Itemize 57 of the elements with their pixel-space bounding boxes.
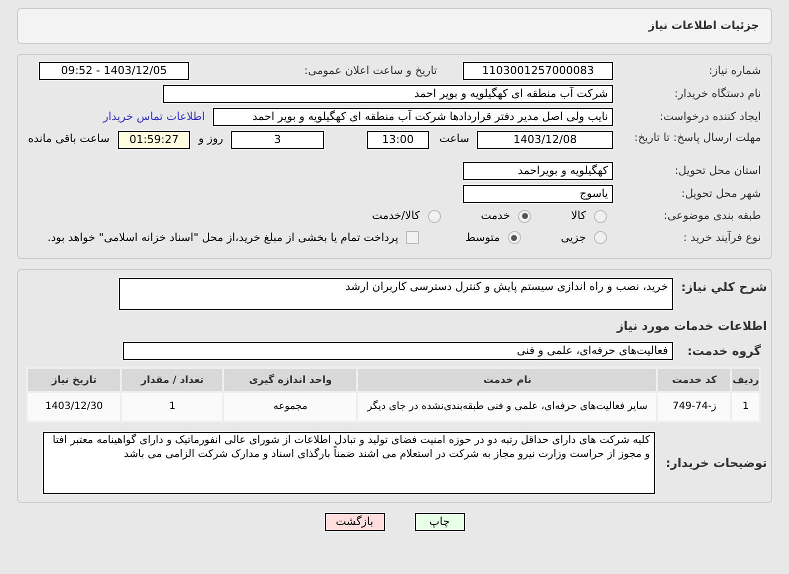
column-header: نام خدمت: [357, 368, 658, 392]
radio-button[interactable]: [594, 210, 607, 223]
column-header: ردیف: [731, 368, 760, 392]
table-cell: 1: [731, 392, 760, 422]
table-cell: 1: [121, 392, 224, 422]
radio-button[interactable]: [428, 210, 441, 223]
time-label: ساعت: [438, 131, 470, 147]
radio-button[interactable]: [518, 210, 532, 223]
remaining-label: ساعت باقی مانده: [28, 131, 110, 147]
field-label: طبقه بندی موضوعی:: [662, 208, 761, 224]
table-cell: مجموعه: [223, 392, 358, 422]
field-label: شرح كلي نياز:: [681, 279, 767, 296]
radio-label: جزیی: [560, 230, 586, 246]
field-label: مهلت ارسال پاسخ: تا تاریخ:: [633, 131, 761, 145]
print-button[interactable]: چاپ: [414, 513, 464, 531]
remaining-time-field: 01:59:27: [118, 131, 190, 149]
section-title: اطلاعات خدمات مورد نیاز: [615, 318, 767, 335]
radio-button[interactable]: [508, 231, 521, 244]
field-label: تاریخ و ساعت اعلان عمومی:: [303, 62, 437, 79]
radio-label: متوسط: [465, 230, 500, 246]
column-header: واحد اندازه گیری: [223, 368, 358, 392]
days-label: روز و: [198, 131, 224, 147]
field-label: شماره نیاز:: [708, 62, 761, 79]
deadline-date-field: 1403/12/08: [477, 131, 613, 149]
field-label: شهر محل تحویل:: [680, 186, 761, 202]
buyer-contact-link[interactable]: اطلاعات تماس خریدار: [103, 108, 205, 126]
table-cell: 1403/12/30: [27, 392, 122, 422]
summary-textarea: خرید، نصب و راه اندازی سیستم پایش و کنترل دسترسی کاربران ارشد: [119, 278, 673, 310]
table-cell: ز-74-749: [657, 392, 732, 422]
city-field: یاسوج: [463, 185, 613, 203]
field-label: توضیحات خریدار:: [664, 455, 767, 472]
column-header: کد خدمت: [657, 368, 732, 392]
radio-label: کالا/خدمت: [372, 208, 420, 224]
province-field: کهگیلویه و بویراحمد: [463, 162, 613, 180]
radio-label: خدمت: [480, 208, 510, 224]
field-label: نام دستگاه خریدار:: [673, 86, 761, 102]
need-number-field: 1103001257000083: [463, 62, 613, 80]
deadline-time-field: 13:00: [366, 131, 429, 149]
buyer-name-field: شرکت آب منطقه ای کهگیلویه و بویر احمد: [163, 85, 613, 103]
field-label: ایجاد کننده درخواست:: [658, 108, 761, 125]
creator-field: نایب ولی اصل مدیر دفتر قراردادها شرکت آب منطقه ای کهگیلویه و بویر احمد: [213, 108, 613, 126]
treasury-note: پرداخت تمام یا بخشی از مبلغ خرید،از محل "اسناد خزانه اسلامی" خواهد بود.: [48, 230, 398, 246]
table-cell: سایر فعالیت‌های حرفه‌ای، علمی و فنی طبقه‌بندی‌نشده در جای دیگر: [357, 392, 658, 422]
back-button[interactable]: بازگشت: [324, 513, 384, 531]
column-header: تاریخ نیاز: [27, 368, 122, 392]
service-group-field: فعالیت‌های حرفه‌ای، علمی و فنی: [123, 342, 673, 360]
radio-label: کالا: [571, 208, 586, 224]
field-label: استان محل تحویل:: [674, 162, 761, 179]
buyer-notes-textarea: کلیه شرکت های دارای حداقل رتبه دو در حوزه امنیت فضای تولید و تبادل اطلاعات از شورای عالی انفورماتیک و دارای گواهینامه معتبر افتا و مجوز از حراست وزارت نیرو مجاز به شرکت در استعلام می اشند ضمناً بارگذای اسناد و مدارک شرکت الزامی می باشد: [43, 432, 655, 494]
field-label: نوع فرآیند خرید :: [682, 230, 761, 246]
radio-button[interactable]: [594, 231, 607, 244]
treasury-checkbox[interactable]: [406, 231, 420, 244]
field-label: گروه خدمت:: [686, 343, 762, 360]
days-field: 3: [231, 131, 324, 149]
announce-date-field: 1403/12/05 - 09:52: [39, 62, 189, 80]
column-header: تعداد / مقدار: [121, 368, 224, 392]
page-title: جزئیات اطلاعات نیاز: [648, 18, 759, 34]
